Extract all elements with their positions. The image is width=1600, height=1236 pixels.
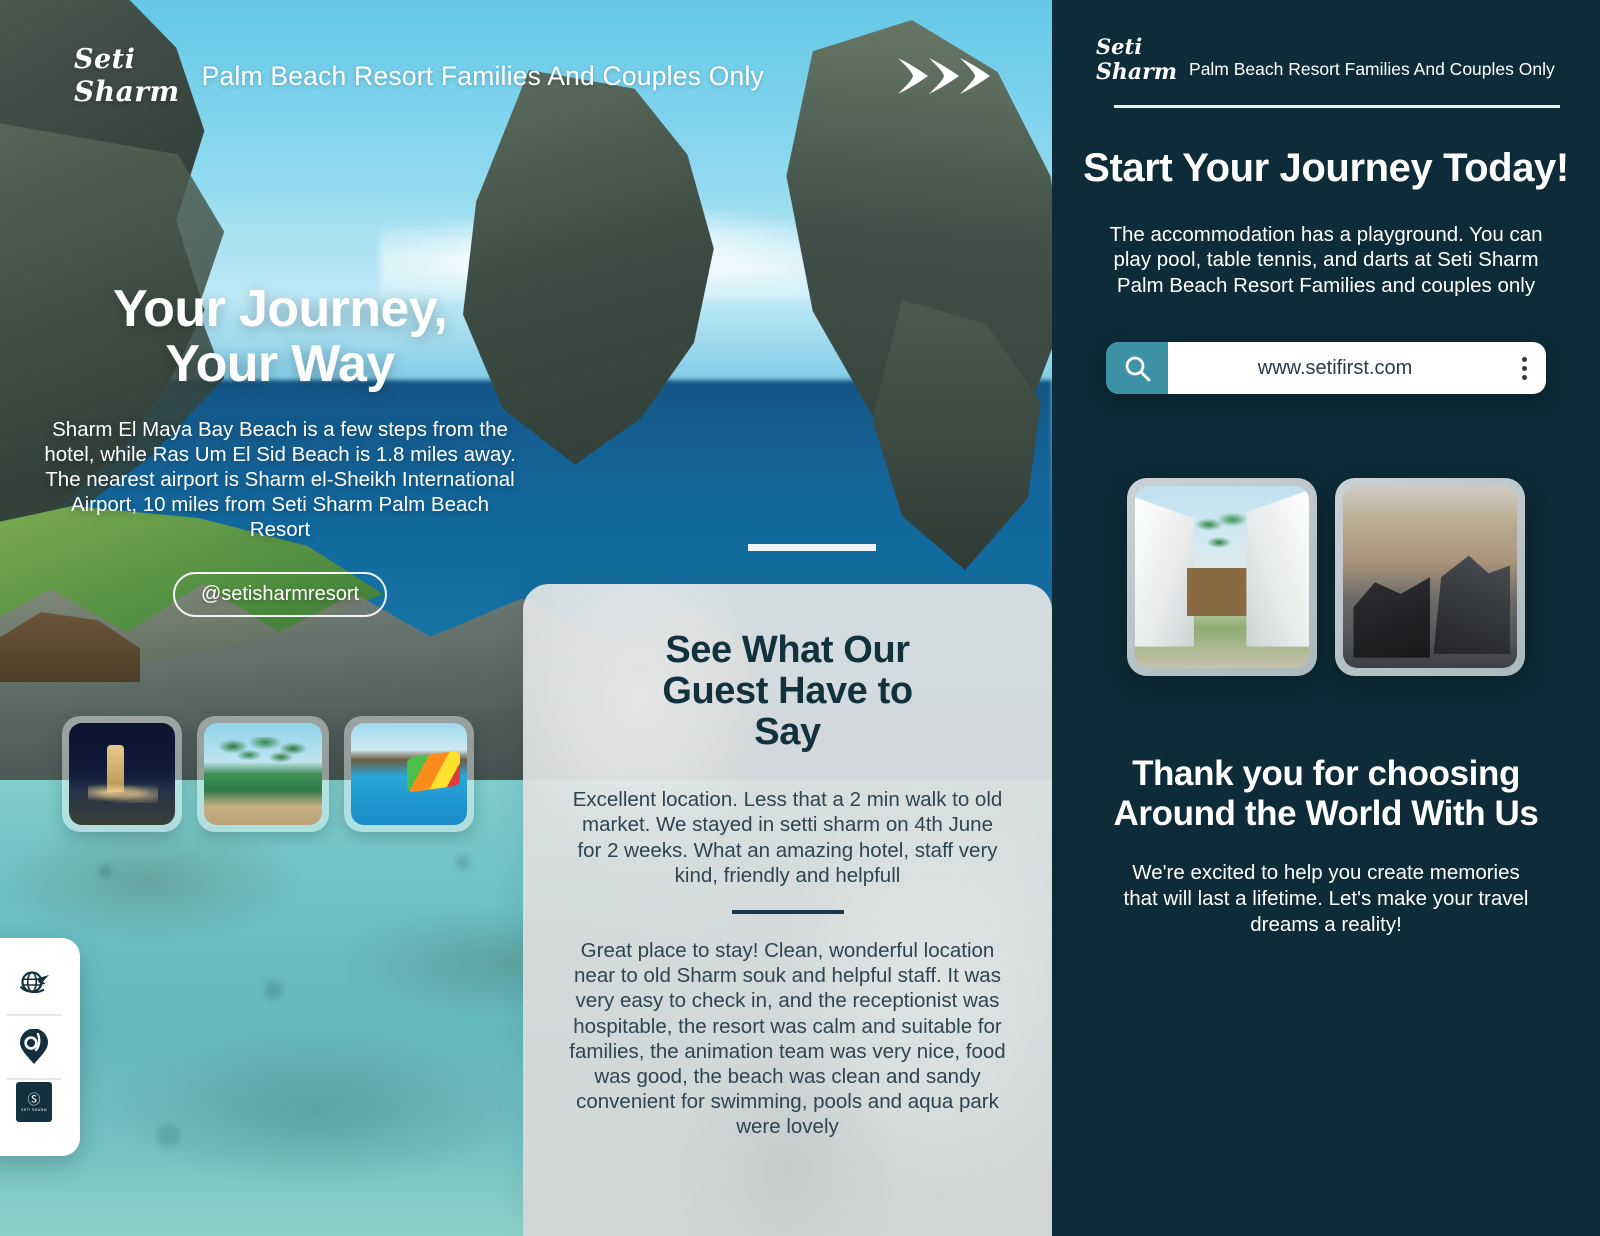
thank-you-title: Thank you for choosing Around the World … <box>1113 754 1539 834</box>
rail-divider-2 <box>7 1078 61 1080</box>
testimonial-title-line2: Guest Have to <box>662 670 913 713</box>
left-header: Seti Sharm Palm Beach Resort Families An… <box>74 46 992 106</box>
brand-badge-icon[interactable]: Ⓢ SETI SHARM <box>16 1082 52 1122</box>
testimonial-title-line1: See What Our <box>665 629 910 671</box>
brochure-page: Seti Sharm Palm Beach Resort Families An… <box>0 0 1600 1236</box>
kebab-dot-1 <box>1521 356 1527 362</box>
palm-trees-beach-thumbnail[interactable] <box>197 716 329 832</box>
globe-plane-icon[interactable] <box>2 954 66 1012</box>
location-pin-icon[interactable] <box>2 1018 66 1076</box>
villa-palm-trees <box>1187 511 1261 640</box>
section-divider-bar <box>748 544 876 551</box>
right-panel-description: The accommodation has a playground. You … <box>1109 222 1543 297</box>
brand-logo-line2: Sharm <box>74 75 180 108</box>
brand-logo[interactable]: Seti Sharm <box>74 46 180 106</box>
testimonial-divider <box>731 909 844 914</box>
left-panel: Seti Sharm Palm Beach Resort Families An… <box>0 0 1052 1236</box>
right-panel: Seti Sharm Palm Beach Resort Families An… <box>1052 0 1600 1236</box>
floating-tool-rail: Ⓢ SETI SHARM <box>0 938 80 1156</box>
brand-badge-glyph: Ⓢ <box>27 1091 41 1107</box>
kebab-menu-icon[interactable] <box>1502 342 1546 394</box>
hero-title-line2: Your Way <box>165 334 395 393</box>
search-icon[interactable] <box>1106 342 1168 395</box>
resort-villas-image <box>1135 486 1309 669</box>
testimonial-title: See What Our Guest Have to Say <box>569 629 1006 754</box>
kebab-dot-2 <box>1521 365 1527 371</box>
hero-description: Sharm El Maya Bay Beach is a few steps f… <box>44 418 516 542</box>
website-url-text[interactable]: www.setifirst.com <box>1168 342 1502 394</box>
right-header-rule <box>1114 105 1560 108</box>
right-panel-title: Start Your Journey Today! <box>1083 146 1569 190</box>
right-brand-tagline: Palm Beach Resort Families And Couples O… <box>1189 59 1555 79</box>
testimonial-review-1: Excellent location. Less that a 2 min wa… <box>572 788 1003 887</box>
testimonial-card: See What Our Guest Have to Say Excellent… <box>523 584 1052 1236</box>
testimonial-review-2: Great place to stay! Clean, wonderful lo… <box>569 938 1006 1139</box>
resort-villas-photo[interactable] <box>1127 478 1317 677</box>
gym-interior-photo[interactable] <box>1335 478 1525 677</box>
hero-block: Your Journey, Your Way Sharm El Maya Bay… <box>40 282 520 618</box>
triple-chevron-icon <box>896 54 992 98</box>
brand-badge-label: SETI SHARM <box>21 1107 47 1112</box>
right-brand-logo[interactable]: Seti Sharm <box>1096 36 1177 83</box>
mosque-at-night-thumbnail[interactable] <box>62 716 182 832</box>
right-photo-gallery <box>1092 478 1560 677</box>
right-brand-logo-line2: Sharm <box>1096 59 1178 85</box>
brand-logo-line1: Seti <box>74 44 136 75</box>
social-handle-pill[interactable]: @setisharmresort <box>172 572 388 618</box>
right-brand-logo-line1: Seti <box>1096 34 1143 59</box>
hero-title-line1: Your Journey, <box>112 280 448 338</box>
thumbnail-gallery <box>62 716 474 832</box>
aqua-park-pool-thumbnail[interactable] <box>344 716 474 832</box>
gym-interior-image <box>1343 486 1517 669</box>
brand-tagline: Palm Beach Resort Families And Couples O… <box>201 60 765 91</box>
testimonial-title-line3: Say <box>754 711 821 754</box>
mosque-at-night-image <box>69 723 175 825</box>
hero-title: Your Journey, Your Way <box>40 282 520 391</box>
thank-you-description: We're excited to help you create memorie… <box>1123 861 1529 936</box>
kebab-dot-3 <box>1521 374 1527 380</box>
website-url-widget[interactable]: www.setifirst.com <box>1106 342 1546 395</box>
right-header: Seti Sharm Palm Beach Resort Families An… <box>1080 0 1572 83</box>
rail-divider-1 <box>7 1014 61 1016</box>
palm-trees-beach-image <box>204 723 322 825</box>
aqua-park-pool-image <box>351 723 467 825</box>
